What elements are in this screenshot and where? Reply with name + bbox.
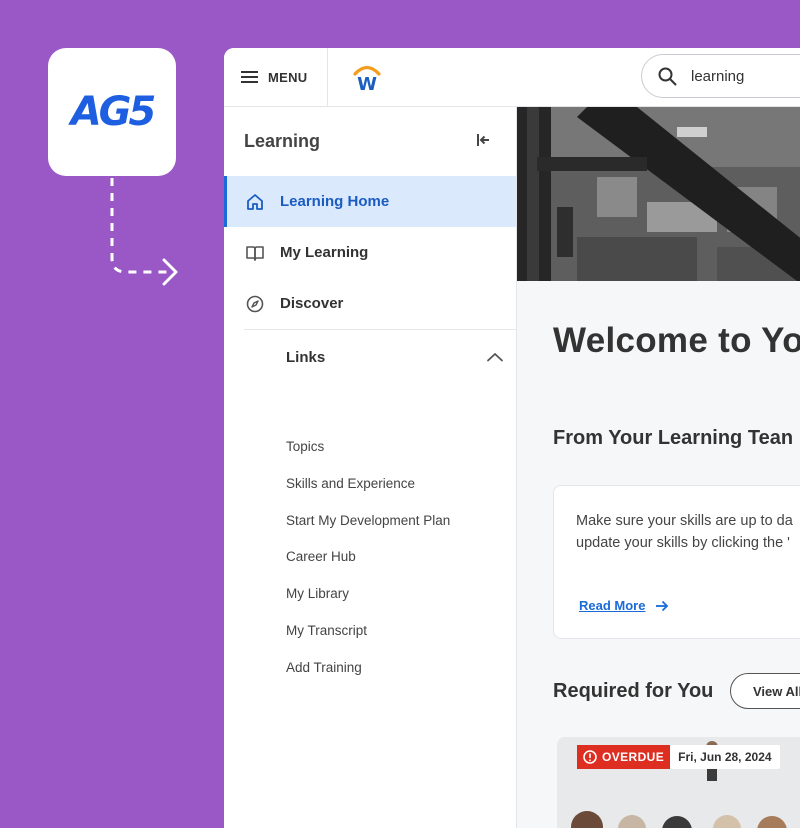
read-more-link[interactable]: Read More [579,598,669,613]
top-bar: MENU W [224,48,800,107]
link-skills-and-experience[interactable]: Skills and Experience [286,476,415,491]
learning-team-card: Make sure your skills are up to da updat… [553,485,800,639]
main-content: Welcome to Yo From Your Learning Tean Ma… [517,107,800,828]
link-topics[interactable]: Topics [286,439,324,454]
workday-logo[interactable]: W [352,61,382,93]
book-icon [246,245,264,261]
menu-label: MENU [268,69,308,85]
ag5-logo-text: AG5 [70,89,157,135]
overdue-tag: OVERDUE [577,745,671,769]
chevron-up-icon [487,353,503,362]
sidebar-item-label: Discover [280,295,344,312]
alert-icon [583,750,597,764]
sidebar-title: Learning [244,131,321,151]
link-start-my-development-plan[interactable]: Start My Development Plan [286,513,450,528]
app-window: MENU W Learning Learning Home [224,48,800,828]
links-section-title: Links [286,348,326,366]
card-message-line: Make sure your skills are up to da [576,513,793,529]
sidebar-item-discover[interactable]: Discover [224,278,516,329]
link-career-hub[interactable]: Career Hub [286,549,356,564]
sidebar-item-label: Learning Home [280,193,390,210]
sidebar-item-learning-home[interactable]: Learning Home [224,176,516,227]
ag5-logo-badge: AG5 [48,48,176,176]
learning-sidebar: Learning Learning Home My Learning Disco… [224,107,517,828]
sidebar-divider [244,329,516,330]
link-my-transcript[interactable]: My Transcript [286,623,367,638]
hero-banner-image [517,107,800,281]
required-for-you-heading: Required for You [553,680,714,702]
read-more-label: Read More [579,598,646,613]
due-date: Fri, Jun 28, 2024 [678,750,772,764]
arrow-right-icon [656,600,669,611]
learning-team-heading: From Your Learning Tean [553,427,794,449]
dashed-arrow-connector [110,178,178,286]
card-message: Make sure your skills are up to da updat… [576,510,793,554]
collapse-left-icon[interactable] [476,133,490,147]
sidebar-item-label: My Learning [280,244,369,261]
hamburger-icon [241,71,258,83]
search-box[interactable] [641,54,800,98]
welcome-heading: Welcome to Yo [553,321,800,360]
view-all-button[interactable]: View All [730,673,800,709]
logo-letter: W [357,74,377,93]
menu-button[interactable]: MENU [224,48,328,106]
link-add-training[interactable]: Add Training [286,660,362,675]
compass-icon [246,295,264,312]
overdue-badge: OVERDUE Fri, Jun 28, 2024 [577,745,780,769]
links-section-toggle[interactable]: Links [286,347,504,367]
home-icon [247,193,263,210]
sidebar-item-my-learning[interactable]: My Learning [224,227,516,278]
search-icon [658,67,677,85]
card-message-line: update your skills by clicking the ' [576,535,790,551]
search-input[interactable] [689,66,800,86]
overdue-status: OVERDUE [602,750,665,764]
required-course-card[interactable]: OVERDUE Fri, Jun 28, 2024 [557,737,800,828]
link-my-library[interactable]: My Library [286,586,349,601]
